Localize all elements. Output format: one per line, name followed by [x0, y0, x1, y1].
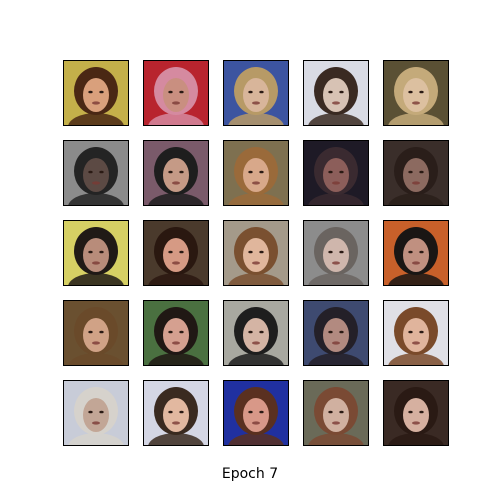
- generated-face-image: [303, 380, 369, 446]
- generated-face-image: [303, 60, 369, 126]
- generated-face-image: [63, 140, 129, 206]
- generated-face-image: [223, 300, 289, 366]
- generated-face-image: [303, 140, 369, 206]
- generated-face-image: [63, 300, 129, 366]
- generated-face-image: [223, 60, 289, 126]
- generated-face-image: [223, 380, 289, 446]
- generated-face-image: [383, 140, 449, 206]
- generated-face-image: [383, 300, 449, 366]
- generated-face-image: [223, 220, 289, 286]
- generated-face-image: [143, 300, 209, 366]
- generated-face-image: [303, 220, 369, 286]
- generated-face-image: [143, 140, 209, 206]
- generated-face-image: [63, 380, 129, 446]
- generated-face-image: [383, 220, 449, 286]
- figure-caption: Epoch 7: [221, 466, 279, 482]
- generated-face-image: [143, 60, 209, 126]
- generated-face-image: [63, 220, 129, 286]
- generated-face-image: [223, 140, 289, 206]
- generated-face-image: [63, 60, 129, 126]
- generated-face-image: [383, 380, 449, 446]
- generated-face-image: [143, 380, 209, 446]
- generated-face-image: [383, 60, 449, 126]
- generated-face-image: [143, 220, 209, 286]
- generated-face-image: [303, 300, 369, 366]
